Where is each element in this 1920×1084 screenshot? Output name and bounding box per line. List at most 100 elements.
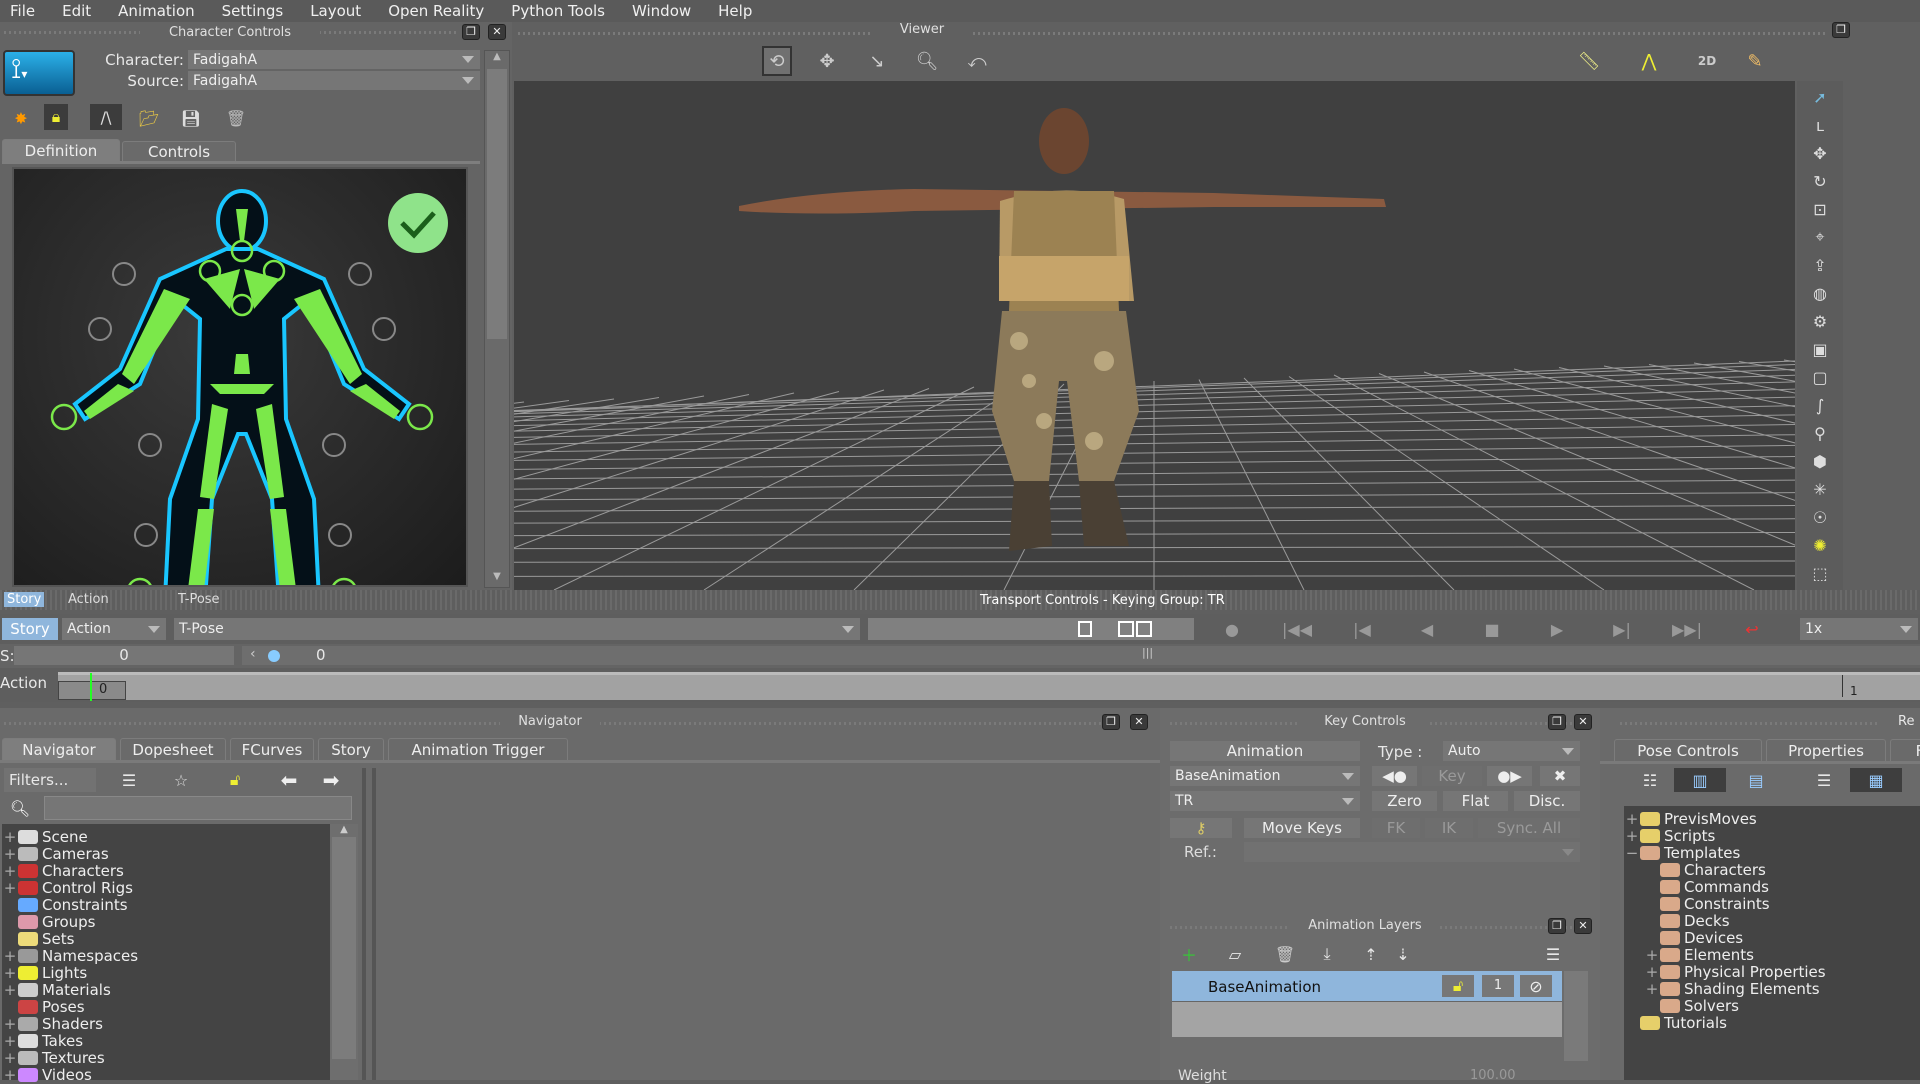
search-input[interactable] bbox=[44, 796, 352, 820]
tab-animation-trigger[interactable]: Animation Trigger bbox=[388, 738, 568, 760]
forward-arrow-icon[interactable]: ➡ bbox=[318, 768, 344, 792]
tab-navigator[interactable]: Navigator bbox=[2, 738, 116, 760]
roll-icon[interactable]: ⤺ bbox=[962, 46, 992, 76]
weight-value[interactable]: 100.00 bbox=[1470, 1068, 1516, 1083]
action-select[interactable]: Action bbox=[62, 618, 166, 640]
expand-icon[interactable]: + bbox=[2, 964, 18, 982]
close-icon[interactable]: ✕ bbox=[1574, 714, 1592, 730]
menu-window[interactable]: Window bbox=[632, 2, 691, 20]
pin-icon[interactable]: ⚲ bbox=[1805, 421, 1835, 445]
unlock-icon[interactable]: 🔓︎ bbox=[1442, 975, 1474, 997]
globe-icon[interactable]: ◍ bbox=[1805, 281, 1835, 305]
playback-speed-select[interactable]: 1x bbox=[1800, 618, 1918, 640]
tree-item[interactable]: Groups bbox=[2, 913, 330, 931]
action-clip[interactable]: 0 bbox=[58, 681, 126, 700]
stop-icon[interactable]: ■ bbox=[1470, 618, 1514, 640]
icon-view-icon[interactable]: ▦ bbox=[1850, 768, 1902, 792]
tree-item[interactable]: + Shaders bbox=[2, 1015, 330, 1033]
go-start-icon[interactable]: |◀◀ bbox=[1275, 618, 1319, 640]
move-layer-down-icon[interactable]: ⇣ bbox=[1388, 943, 1418, 965]
tab-dopesheet[interactable]: Dopesheet bbox=[120, 738, 226, 760]
curve-points-icon[interactable]: ⋀ bbox=[1634, 46, 1664, 76]
tree-item[interactable]: + Textures bbox=[2, 1049, 330, 1067]
menu-python-tools[interactable]: Python Tools bbox=[511, 2, 605, 20]
tab-properties[interactable]: Properties bbox=[1766, 739, 1886, 761]
fk-button[interactable]: FK bbox=[1372, 818, 1420, 838]
tree-item[interactable]: Poses bbox=[2, 998, 330, 1016]
drag-handle[interactable] bbox=[518, 32, 1828, 35]
record-icon[interactable]: ● bbox=[1210, 618, 1254, 640]
expand-icon[interactable]: + bbox=[2, 845, 18, 863]
layout-toggle[interactable] bbox=[868, 618, 1194, 640]
play-icon[interactable]: ▶ bbox=[1535, 618, 1579, 640]
tab-f[interactable]: F bbox=[1890, 739, 1920, 761]
tree-view-icon[interactable]: ☷ bbox=[1632, 768, 1668, 792]
tree-item[interactable]: + Shading Elements bbox=[1624, 980, 1920, 998]
timeline-slider[interactable]: ‹ 0 ||| bbox=[242, 646, 1920, 665]
next-key-icon[interactable]: ▶| bbox=[1600, 618, 1644, 640]
tree-item[interactable]: Constraints bbox=[2, 896, 330, 914]
playhead[interactable] bbox=[90, 673, 92, 701]
tree-scrollbar[interactable]: ▲ bbox=[330, 824, 358, 1080]
character-definition-view[interactable] bbox=[12, 167, 468, 587]
list-view-icon[interactable]: ☰ bbox=[1806, 768, 1842, 792]
bones-icon[interactable]: /\ bbox=[90, 104, 122, 130]
expand-icon[interactable]: + bbox=[2, 947, 18, 965]
tab-fcurves[interactable]: FCurves bbox=[230, 738, 314, 760]
tree-item[interactable]: Solvers bbox=[1624, 997, 1920, 1015]
ik-button[interactable]: IK bbox=[1425, 818, 1473, 838]
fk-ik-icon[interactable]: ⚙ bbox=[1805, 309, 1835, 333]
float-icon[interactable]: ❐ bbox=[1832, 22, 1850, 38]
local-icon[interactable]: ʟ bbox=[1805, 113, 1835, 137]
expand-icon[interactable]: + bbox=[2, 862, 18, 880]
hinge-icon[interactable]: ⌖ bbox=[1805, 225, 1835, 249]
tab-definition[interactable]: Definition bbox=[2, 139, 120, 161]
close-icon[interactable]: ✕ bbox=[1574, 918, 1592, 934]
expand-icon[interactable]: + bbox=[2, 879, 18, 897]
cube-icon[interactable]: ▣ bbox=[1805, 337, 1835, 361]
sync-all-button[interactable]: Sync. All bbox=[1478, 818, 1580, 838]
float-icon[interactable]: ❐ bbox=[1102, 714, 1120, 730]
tree-item[interactable]: + PrevisMoves bbox=[1624, 810, 1920, 828]
favorite-select-icon[interactable]: ☆ bbox=[166, 768, 196, 792]
animation-mode-button[interactable]: Animation bbox=[1170, 741, 1360, 761]
tree-item[interactable]: Decks bbox=[1624, 912, 1920, 930]
shape-icon[interactable]: ⬢ bbox=[1805, 449, 1835, 473]
menu-file[interactable]: File bbox=[10, 2, 35, 20]
delete-key-button[interactable]: ✖ bbox=[1540, 766, 1580, 786]
camera-icon[interactable]: ☉ bbox=[1805, 505, 1835, 529]
flat-button[interactable]: Flat bbox=[1443, 791, 1508, 811]
tree-item[interactable]: Tutorials bbox=[1624, 1014, 1920, 1032]
tree-item[interactable]: + Scripts bbox=[1624, 827, 1920, 845]
pan-icon[interactable]: ✥ bbox=[812, 46, 842, 76]
tree-item[interactable]: + Cameras bbox=[2, 845, 330, 863]
next-key-button[interactable]: ●▶ bbox=[1487, 766, 1532, 786]
tree-item[interactable]: Characters bbox=[1624, 861, 1920, 879]
tab-controls[interactable]: Controls bbox=[122, 141, 236, 161]
save-icon[interactable]: 💾︎ bbox=[176, 105, 206, 131]
chevron-left-icon[interactable]: ‹ bbox=[250, 646, 256, 662]
expand-icon[interactable]: + bbox=[2, 828, 18, 846]
disc-button[interactable]: Disc. bbox=[1514, 791, 1580, 811]
close-icon[interactable]: ✕ bbox=[488, 24, 506, 40]
time-handle[interactable] bbox=[268, 650, 280, 662]
expand-icon[interactable]: + bbox=[2, 1049, 18, 1067]
float-icon[interactable]: ❐ bbox=[1548, 714, 1566, 730]
3d-viewport[interactable] bbox=[514, 81, 1795, 590]
add-layer-icon[interactable]: ＋ bbox=[1174, 943, 1204, 965]
rotate-icon[interactable]: ↻ bbox=[1805, 169, 1835, 193]
float-icon[interactable]: ❐ bbox=[1548, 918, 1566, 934]
menu-settings[interactable]: Settings bbox=[222, 2, 284, 20]
previous-key-button[interactable]: ◀● bbox=[1372, 766, 1417, 786]
menu-animation[interactable]: Animation bbox=[118, 2, 194, 20]
tab-pose-controls[interactable]: Pose Controls bbox=[1614, 739, 1762, 761]
2d-magnifier-icon[interactable]: 2D bbox=[1692, 46, 1722, 76]
expand-icon[interactable]: + bbox=[1644, 946, 1660, 964]
story-toggle[interactable]: Story bbox=[2, 618, 58, 640]
action-track[interactable]: 0 1 bbox=[58, 672, 1920, 701]
go-end-icon[interactable]: ▶▶| bbox=[1665, 618, 1709, 640]
tree-item[interactable]: + Scene bbox=[2, 828, 330, 846]
duplicate-layer-icon[interactable]: ▱ bbox=[1220, 943, 1250, 965]
key-type-select[interactable]: Auto bbox=[1443, 741, 1580, 761]
menu-edit[interactable]: Edit bbox=[62, 2, 91, 20]
